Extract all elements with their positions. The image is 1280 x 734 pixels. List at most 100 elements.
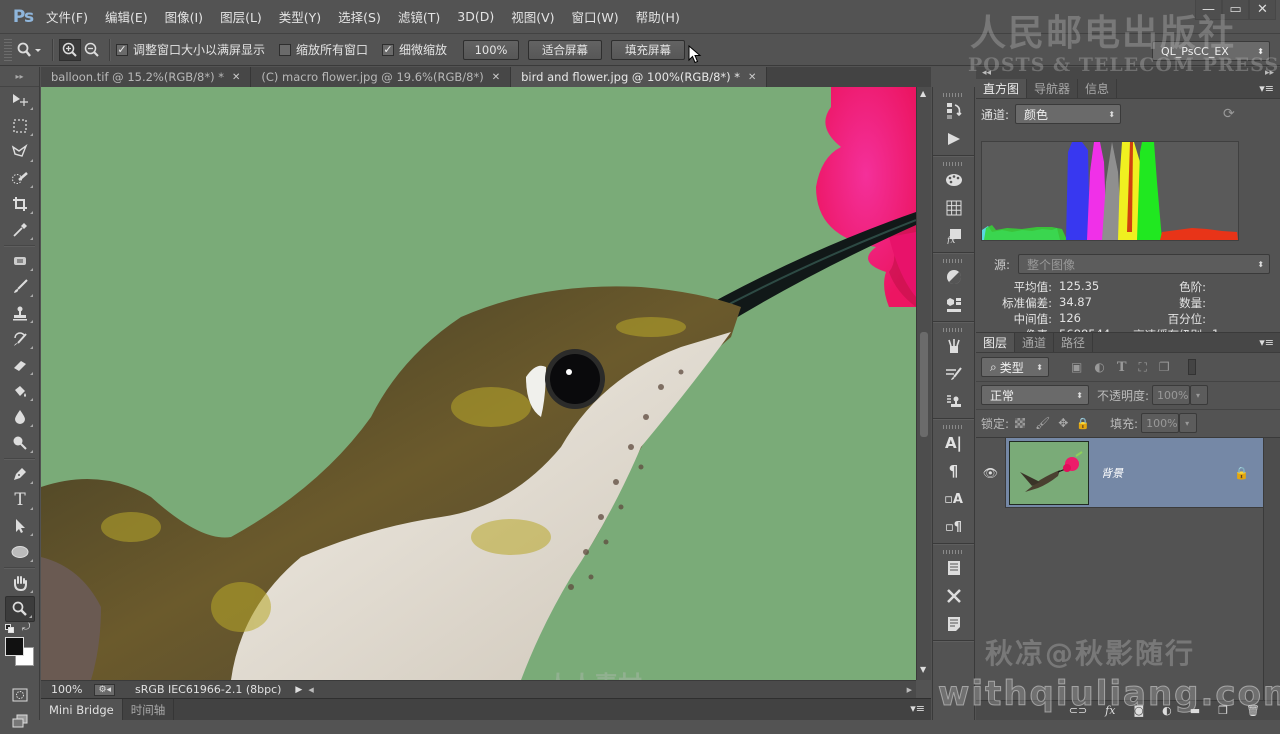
dodge-tool[interactable] <box>5 430 35 456</box>
blend-mode-select[interactable]: 正常 ⬍ <box>981 385 1089 405</box>
properties-panel-button[interactable] <box>933 291 974 319</box>
checkbox-unchecked[interactable] <box>279 43 292 56</box>
lasso-tool[interactable] <box>5 139 35 165</box>
close-tab-icon[interactable]: ✕ <box>748 72 756 83</box>
add-layer-style-icon[interactable]: fx <box>1105 704 1115 717</box>
doc-tab-macro-flower[interactable]: (C) macro flower.jpg @ 19.6%(RGB/8*) ✕ <box>251 67 512 87</box>
filter-pixel-icon[interactable]: ▣ <box>1071 360 1082 374</box>
opacity-dropdown[interactable]: ▾ <box>1190 385 1209 405</box>
add-mask-icon[interactable]: ◙ <box>1133 704 1144 717</box>
filter-shape-icon[interactable]: ⛶ <box>1139 360 1147 375</box>
layer-lock-icon[interactable]: 🔒 <box>1234 466 1249 480</box>
brush-presets-panel-button[interactable] <box>933 332 974 360</box>
fit-screen-button[interactable]: 适合屏幕 <box>528 39 603 60</box>
quick-mask-button[interactable] <box>5 682 35 708</box>
brush-tool[interactable] <box>5 274 35 300</box>
vertical-scrollbar[interactable]: ▲ ▼ <box>916 87 931 680</box>
paint-bucket-tool[interactable] <box>5 378 35 404</box>
menu-image[interactable]: 图像(I) <box>165 7 203 26</box>
scrubby-zoom-checkbox[interactable]: ✓ 细微缩放 <box>382 41 447 58</box>
source-select[interactable]: 整个图像 ⬍ <box>1018 254 1271 274</box>
collapse-toolbar-icon[interactable]: ▸▸ <box>0 67 39 87</box>
layer-name[interactable]: 背景 <box>1101 465 1123 481</box>
tab-histogram[interactable]: 直方图 <box>976 79 1028 98</box>
brush-panel-button[interactable] <box>933 360 974 388</box>
swap-colors-icon[interactable]: ⤾ <box>22 622 30 633</box>
panel-collapse-bar[interactable]: ◂◂ ▸▸ <box>976 67 1280 79</box>
character-panel-button[interactable]: A| <box>933 429 974 457</box>
zoom-level[interactable]: 100% <box>51 683 82 696</box>
channel-select[interactable]: 颜色 ⬍ <box>1015 104 1122 124</box>
menu-select[interactable]: 选择(S) <box>338 7 381 26</box>
tool-preset-picker[interactable] <box>12 39 46 61</box>
menu-3d[interactable]: 3D(D) <box>457 9 494 24</box>
eraser-tool[interactable] <box>5 352 35 378</box>
refresh-histogram-icon[interactable]: ⟳ <box>1223 106 1235 122</box>
pen-tool[interactable] <box>5 461 35 487</box>
path-selection-tool[interactable] <box>5 513 35 539</box>
collapse-right-icon[interactable]: ▸▸ <box>1265 68 1274 78</box>
close-button[interactable]: ✕ <box>1249 0 1276 20</box>
menu-edit[interactable]: 编辑(E) <box>105 7 148 26</box>
doc-tab-balloon[interactable]: balloon.tif @ 15.2%(RGB/8*) * ✕ <box>41 67 252 87</box>
blur-tool[interactable] <box>5 404 35 430</box>
styles-panel-button[interactable]: fx <box>933 222 974 250</box>
doc-tab-bird-and-flower[interactable]: bird and flower.jpg @ 100%(RGB/8*) * ✕ <box>511 67 768 87</box>
lock-transparent-icon[interactable] <box>1015 418 1026 428</box>
history-panel-button[interactable] <box>933 97 974 125</box>
status-menu-arrow[interactable]: ▶ <box>295 685 302 695</box>
tab-layers[interactable]: 图层 <box>976 333 1016 352</box>
checkbox-checked[interactable]: ✓ <box>116 43 128 56</box>
delete-layer-icon[interactable]: 🗑 <box>1246 704 1260 717</box>
eyedropper-tool[interactable] <box>5 217 35 243</box>
layer-filter-select[interactable]: ⌕ 类型 ⬍ <box>981 357 1049 377</box>
workspace-switcher[interactable]: QL_PsCC_EX ⬍ <box>1152 41 1270 61</box>
hand-tool[interactable] <box>5 570 35 596</box>
filter-toggle-switch[interactable] <box>1187 359 1196 375</box>
adjustments-panel-button[interactable] <box>933 263 974 291</box>
new-adjustment-layer-icon[interactable]: ◐ <box>1162 704 1172 717</box>
lock-pixels-icon[interactable]: 🖌 <box>1035 416 1050 430</box>
scroll-left-arrow[interactable]: ◀ <box>308 686 313 694</box>
crop-tool[interactable] <box>5 191 35 217</box>
tab-timeline[interactable]: 时间轴 <box>123 699 175 720</box>
resize-windows-checkbox[interactable]: ✓ 调整窗口大小以满屏显示 <box>116 41 265 58</box>
panel-menu-icon[interactable]: ▾≡ <box>910 702 925 715</box>
menu-view[interactable]: 视图(V) <box>511 7 554 26</box>
layer-row-background[interactable]: 👁 背景 🔒 <box>976 438 1263 508</box>
paragraph-panel-button[interactable]: ¶ <box>933 457 974 485</box>
close-tab-icon[interactable]: ✕ <box>492 72 500 83</box>
actual-pixels-button[interactable]: 100% <box>463 39 520 60</box>
history-brush-tool[interactable] <box>5 326 35 352</box>
fill-dropdown[interactable]: ▾ <box>1179 413 1198 433</box>
info-notes-panel-button[interactable] <box>933 610 974 638</box>
zoom-out-button[interactable] <box>81 39 103 61</box>
tab-navigator[interactable]: 导航器 <box>1027 79 1079 98</box>
filter-smart-object-icon[interactable]: ❐ <box>1159 360 1170 374</box>
clone-source-panel-button[interactable] <box>933 388 974 416</box>
menu-type[interactable]: 类型(Y) <box>279 7 321 26</box>
minimize-button[interactable]: — <box>1195 0 1222 20</box>
swatches-panel-button[interactable] <box>933 194 974 222</box>
move-tool[interactable] <box>5 87 35 113</box>
scroll-right-arrow[interactable]: ▶ <box>907 686 912 694</box>
default-colors-icon[interactable] <box>5 624 14 633</box>
zoom-tool[interactable] <box>5 596 35 622</box>
filter-type-icon[interactable]: T <box>1117 360 1127 375</box>
zoom-all-windows-checkbox[interactable]: 缩放所有窗口 <box>279 41 368 58</box>
menu-file[interactable]: 文件(F) <box>46 7 88 26</box>
tab-info[interactable]: 信息 <box>1078 79 1118 98</box>
ellipse-tool[interactable] <box>5 539 35 565</box>
scrollbar-thumb[interactable] <box>920 332 928 437</box>
checkbox-checked[interactable]: ✓ <box>382 43 395 56</box>
layer-item-selected[interactable]: 背景 🔒 <box>1006 438 1263 508</box>
panel-menu-icon[interactable]: ▾≡ <box>1259 336 1274 349</box>
paragraph-styles-panel-button[interactable]: ▫¶ <box>933 513 974 541</box>
new-layer-icon[interactable]: ❐ <box>1218 704 1228 717</box>
marquee-tool[interactable] <box>5 113 35 139</box>
panel-menu-icon[interactable]: ▾≡ <box>1259 82 1274 95</box>
menu-help[interactable]: 帮助(H) <box>636 7 680 26</box>
tool-presets-panel-button[interactable] <box>933 582 974 610</box>
scroll-down-arrow[interactable]: ▼ <box>920 665 926 674</box>
tab-channels[interactable]: 通道 <box>1015 333 1055 352</box>
